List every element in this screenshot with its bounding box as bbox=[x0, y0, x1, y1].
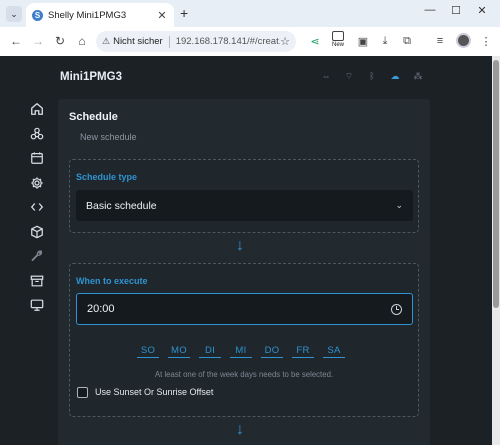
new-tab-button[interactable]: + bbox=[180, 6, 188, 20]
sidebar-item-scripts[interactable] bbox=[28, 198, 46, 216]
sidebar-item-archive[interactable] bbox=[28, 272, 46, 290]
warning-icon[interactable]: ⚠ bbox=[102, 36, 110, 47]
clock-icon[interactable] bbox=[391, 303, 402, 315]
home-button[interactable]: ⌂ bbox=[74, 33, 90, 49]
arrow-down-icon: ↓ bbox=[236, 237, 244, 254]
sidebar-item-tools[interactable] bbox=[28, 247, 46, 265]
day-toggle-mi[interactable]: MI bbox=[230, 345, 252, 358]
screenshot-icon[interactable]: ▣ bbox=[355, 33, 371, 49]
divider bbox=[168, 35, 170, 48]
day-toggle-sa[interactable]: SA bbox=[323, 345, 345, 358]
profile-avatar[interactable] bbox=[456, 33, 471, 48]
bookmark-star-icon[interactable]: ☆ bbox=[280, 35, 290, 48]
gear-icon bbox=[31, 176, 43, 189]
extensions-puzzle-icon[interactable]: ⧉ bbox=[399, 33, 415, 49]
close-tab-icon[interactable]: ✕ bbox=[156, 9, 168, 22]
back-button[interactable]: ← bbox=[8, 33, 24, 49]
page-scrollbar[interactable] bbox=[492, 56, 500, 445]
schedule-panel: Schedule New schedule Schedule type Basi… bbox=[58, 99, 430, 445]
sidebar-item-settings[interactable] bbox=[28, 174, 46, 192]
forward-button[interactable]: → bbox=[30, 33, 46, 49]
arrow-down-icon: ↓ bbox=[236, 421, 244, 438]
schedule-type-value: Basic schedule bbox=[86, 199, 157, 212]
day-toggle-so[interactable]: SO bbox=[137, 345, 159, 358]
wifi-icon: ⌔ bbox=[344, 71, 354, 81]
shelly-favicon-icon: S bbox=[32, 9, 43, 21]
tab-bar: ⌄ S Shelly Mini1PMG3 ✕ + — ☐ ✕ bbox=[0, 0, 500, 27]
browser-tab[interactable]: S Shelly Mini1PMG3 ✕ bbox=[26, 3, 174, 27]
section-title: When to execute bbox=[76, 276, 148, 286]
tab-title: Shelly Mini1PMG3 bbox=[48, 9, 127, 21]
monitor-icon bbox=[30, 299, 44, 311]
code-icon bbox=[30, 203, 44, 211]
page-subtitle: New schedule bbox=[80, 132, 137, 142]
sidebar-item-device[interactable] bbox=[28, 296, 46, 314]
weekday-selector: SO MO DI MI DO FR SA bbox=[137, 345, 345, 358]
sunset-offset-label[interactable]: Use Sunset Or Sunrise Offset bbox=[95, 387, 213, 397]
when-to-execute-section: When to execute 20:00 SO MO DI MI DO FR … bbox=[69, 263, 419, 417]
reload-button[interactable]: ↻ bbox=[52, 33, 68, 49]
extension-new-label: New bbox=[331, 42, 344, 48]
components-icon bbox=[30, 127, 44, 139]
rss-icon: ⁂ bbox=[413, 71, 423, 81]
address-bar[interactable]: ⚠ Nicht sicher 192.168.178.141/#/creat..… bbox=[96, 31, 296, 52]
sidebar bbox=[28, 100, 48, 321]
download-icon[interactable]: ⤓ bbox=[377, 33, 393, 49]
cloud-icon: ☁ bbox=[390, 71, 400, 81]
home-icon bbox=[31, 102, 43, 115]
sidebar-item-home[interactable] bbox=[28, 100, 46, 118]
url-text[interactable]: 192.168.178.141/#/creat... bbox=[176, 36, 280, 47]
schedule-type-select[interactable]: Basic schedule ⌄ bbox=[76, 190, 413, 221]
bluetooth-icon: ᛒ bbox=[369, 71, 375, 81]
security-label[interactable]: Nicht sicher bbox=[113, 36, 163, 47]
time-value: 20:00 bbox=[87, 303, 115, 315]
sidebar-item-schedule[interactable] bbox=[28, 149, 46, 167]
browser-menu-icon[interactable]: ⋮ bbox=[478, 33, 494, 49]
day-toggle-do[interactable]: DO bbox=[261, 345, 283, 358]
section-title: Schedule type bbox=[76, 172, 138, 182]
archive-icon bbox=[30, 275, 44, 286]
weekday-hint: At least one of the week days needs to b… bbox=[154, 370, 334, 379]
wrench-icon bbox=[31, 250, 43, 262]
sidebar-item-extensions[interactable] bbox=[28, 223, 46, 241]
browser-toolbar: ← → ↻ ⌂ ⚠ Nicht sicher 192.168.178.141/#… bbox=[0, 27, 500, 56]
schedule-type-section: Schedule type Basic schedule ⌄ bbox=[69, 159, 419, 233]
cube-icon bbox=[31, 225, 43, 238]
maximize-button[interactable]: ☐ bbox=[446, 4, 466, 17]
chevron-down-icon: ⌄ bbox=[395, 200, 403, 210]
connection-status-icons: ⇔ ⌔ ᛒ ☁ ⁂ bbox=[320, 71, 424, 82]
sunset-offset-checkbox[interactable] bbox=[77, 387, 88, 398]
calendar-icon bbox=[31, 152, 43, 164]
day-toggle-fr[interactable]: FR bbox=[292, 345, 314, 358]
browser-chrome: ⌄ S Shelly Mini1PMG3 ✕ + — ☐ ✕ ← → ↻ ⌂ ⚠… bbox=[0, 0, 500, 56]
scrollbar-thumb[interactable] bbox=[493, 60, 499, 308]
day-toggle-di[interactable]: DI bbox=[199, 345, 221, 358]
reading-list-icon[interactable]: ≡ bbox=[432, 33, 448, 49]
app-content: Mini1PMG3 ⇔ ⌔ ᛒ ☁ ⁂ Schedule New schedul… bbox=[0, 56, 500, 445]
extension-new-button[interactable]: New bbox=[330, 31, 346, 49]
minimize-button[interactable]: — bbox=[420, 4, 440, 16]
close-window-button[interactable]: ✕ bbox=[472, 4, 492, 17]
page-title: Schedule bbox=[69, 111, 118, 123]
tab-search-button[interactable]: ⌄ bbox=[6, 6, 22, 22]
sidebar-item-components[interactable] bbox=[28, 125, 46, 143]
share-icon[interactable]: ⋖ bbox=[307, 33, 323, 49]
time-input[interactable]: 20:00 bbox=[76, 293, 413, 325]
device-title: Mini1PMG3 bbox=[60, 71, 122, 83]
ethernet-icon: ⇔ bbox=[321, 71, 331, 81]
day-toggle-mo[interactable]: MO bbox=[168, 345, 190, 358]
